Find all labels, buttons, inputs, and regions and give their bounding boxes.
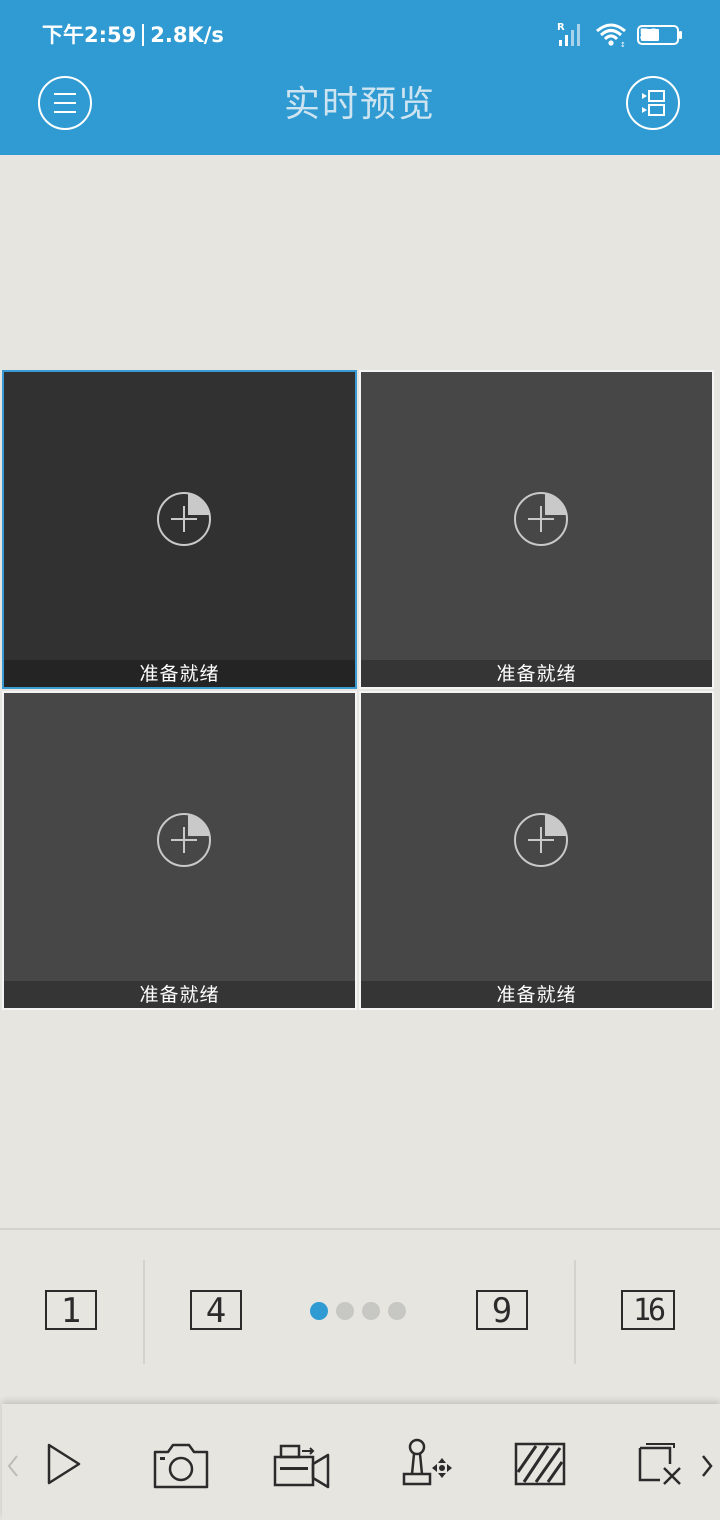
signal-icon: R xyxy=(557,22,580,46)
status-separator xyxy=(142,24,145,46)
split-1-button[interactable]: 1 xyxy=(45,1290,97,1330)
page-indicator xyxy=(310,1302,414,1324)
battery-level: 51 xyxy=(639,27,659,43)
add-channel-icon[interactable] xyxy=(154,489,214,549)
video-cell-1[interactable]: 准备就绪 xyxy=(2,370,357,689)
chevron-right-icon[interactable] xyxy=(700,1454,714,1478)
add-channel-icon[interactable] xyxy=(511,810,571,870)
split-selector: 1 4 9 16 xyxy=(0,1228,720,1402)
status-time: 下午2:59 xyxy=(42,23,137,47)
app-header: 下午2:59 2.8K/s R ↕ 51 实时预览 xyxy=(0,0,720,155)
split-4-button[interactable]: 4 xyxy=(190,1290,242,1330)
video-cell-2[interactable]: 准备就绪 xyxy=(359,370,714,689)
add-channel-icon[interactable] xyxy=(154,810,214,870)
signal-badge: R xyxy=(557,22,565,33)
page-dot-1[interactable] xyxy=(310,1302,328,1320)
chevron-left-icon[interactable] xyxy=(6,1454,20,1478)
cell-status: 准备就绪 xyxy=(361,660,712,687)
divider xyxy=(574,1260,576,1364)
cell-status: 准备就绪 xyxy=(4,981,355,1008)
ptz-joystick-icon[interactable] xyxy=(398,1438,456,1490)
split-16-button[interactable]: 16 xyxy=(621,1290,675,1330)
video-cell-3[interactable]: 准备就绪 xyxy=(2,691,357,1010)
close-all-icon[interactable] xyxy=(638,1442,686,1488)
play-icon[interactable] xyxy=(44,1442,84,1486)
page-dot-3[interactable] xyxy=(362,1302,380,1320)
page-title: 实时预览 xyxy=(283,84,436,125)
page-dot-4[interactable] xyxy=(388,1302,406,1320)
divider xyxy=(143,1260,145,1364)
video-cell-4[interactable]: 准备就绪 xyxy=(359,691,714,1010)
add-channel-icon[interactable] xyxy=(511,489,571,549)
device-list-button[interactable] xyxy=(626,76,680,130)
cell-status: 准备就绪 xyxy=(4,660,355,687)
bottom-toolbar xyxy=(2,1404,720,1520)
record-icon[interactable] xyxy=(272,1442,332,1490)
device-list-icon xyxy=(642,90,665,116)
quality-icon[interactable] xyxy=(514,1442,566,1486)
page-dot-2[interactable] xyxy=(336,1302,354,1320)
cell-status: 准备就绪 xyxy=(361,981,712,1008)
status-bar-left: 下午2:59 2.8K/s xyxy=(42,21,224,49)
wifi-icon: ↕ xyxy=(596,23,626,49)
split-9-button[interactable]: 9 xyxy=(476,1290,528,1330)
preview-grid: 准备就绪 准备就绪 准备就绪 准备就绪 xyxy=(2,370,716,1012)
camera-icon[interactable] xyxy=(152,1442,210,1490)
svg-text:↕: ↕ xyxy=(620,41,626,49)
status-net-speed: 2.8K/s xyxy=(150,23,224,47)
